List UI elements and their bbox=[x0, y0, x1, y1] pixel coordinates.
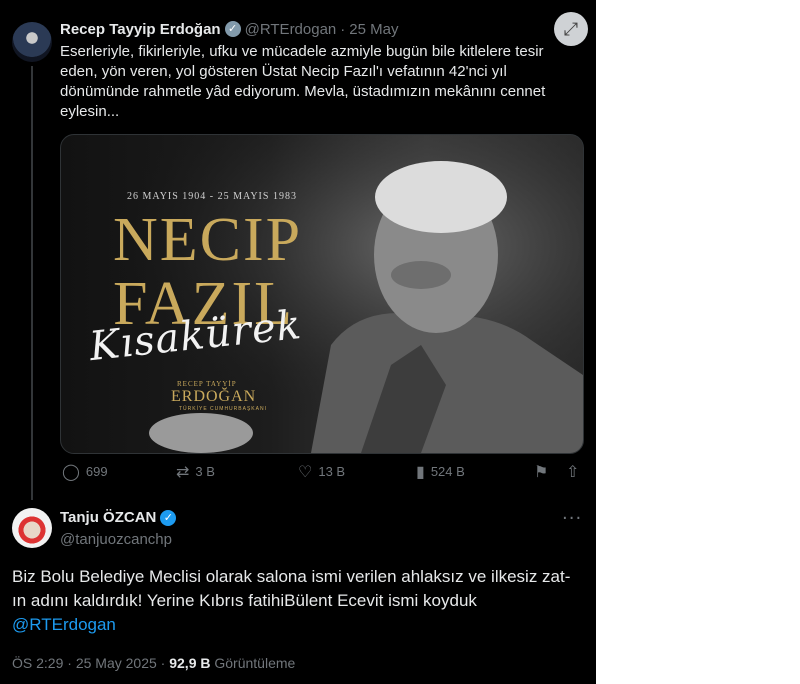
tweet-actions: ◯ 699 ⇄ 3 B ♡ 13 B ▮ 524 B ⚑ ⇧ bbox=[60, 462, 584, 486]
thread-line bbox=[31, 66, 33, 500]
main-tweet-text: Biz Bolu Belediye Meclisi olarak salona … bbox=[12, 565, 582, 637]
tweet-meta: ÖS 2:29 · 25 May 2025 · 92,9 B Görüntüle… bbox=[12, 655, 295, 671]
image-dates: 26 MAYIS 1904 - 25 MAYIS 1983 bbox=[127, 191, 297, 202]
like-count: 13 B bbox=[318, 464, 346, 479]
tweet-time[interactable]: ÖS 2:29 bbox=[12, 655, 63, 671]
repost-count: 3 B bbox=[195, 464, 215, 479]
timeline-panel: Recep Tayyip Erdoğan ✓ @RTErdogan · 25 M… bbox=[0, 0, 596, 684]
image-footer-small: RECEP TAYYİP bbox=[177, 380, 237, 388]
views-total: 92,9 B bbox=[169, 655, 211, 671]
tweet-full-date[interactable]: 25 May 2025 bbox=[76, 655, 157, 671]
meta-separator: · bbox=[67, 655, 76, 671]
like-icon: ♡ bbox=[298, 462, 313, 481]
more-icon[interactable]: ··· bbox=[562, 508, 582, 529]
tweet-date[interactable]: 25 May bbox=[349, 21, 398, 38]
author-name[interactable]: Tanju ÖZCAN bbox=[60, 509, 156, 526]
reply-count: 699 bbox=[85, 464, 108, 479]
reply-icon: ◯ bbox=[62, 462, 80, 481]
tweet-image[interactable]: 26 MAYIS 1904 - 25 MAYIS 1983 NECIP FAZI… bbox=[60, 134, 584, 454]
views-count: 524 B bbox=[430, 464, 465, 479]
image-footer-office: TÜRKİYE CUMHURBAŞKANI bbox=[179, 406, 267, 412]
ozcan-avatar[interactable] bbox=[12, 508, 52, 548]
mention-link[interactable]: @RTErdogan bbox=[12, 615, 116, 634]
meta-separator: · bbox=[160, 655, 170, 671]
bookmark-icon: ⚑ bbox=[534, 462, 549, 481]
share-icon: ⇧ bbox=[566, 462, 580, 481]
erdogan-avatar[interactable] bbox=[12, 22, 52, 62]
views-icon: ▮ bbox=[416, 462, 425, 481]
verified-badge-icon: ✓ bbox=[224, 21, 241, 37]
image-footer-large: ERDOĞAN bbox=[171, 388, 257, 405]
author-handle[interactable]: @tanjuozcanchp bbox=[60, 531, 172, 548]
tweet-text: Eserleriyle, fikirleriyle, ufku ve mücad… bbox=[60, 43, 546, 120]
separator: · bbox=[340, 20, 346, 38]
author-handle[interactable]: @RTErdogan bbox=[245, 21, 337, 38]
bookmark-button[interactable]: ⚑ bbox=[534, 462, 548, 481]
main-tweet-header: Tanju ÖZCAN ✓ bbox=[60, 509, 177, 526]
image-title-line1: NECIP bbox=[113, 206, 303, 274]
author-name[interactable]: Recep Tayyip Erdoğan bbox=[60, 21, 221, 38]
tweet-header: Recep Tayyip Erdoğan ✓ @RTErdogan · 25 M… bbox=[60, 19, 398, 39]
repost-button[interactable]: ⇄ 3 B bbox=[176, 462, 215, 481]
tweet-body: Biz Bolu Belediye Meclisi olarak salona … bbox=[12, 567, 571, 610]
views-button[interactable]: ▮ 524 B bbox=[416, 462, 465, 481]
expand-icon[interactable]: ⤢ bbox=[554, 12, 588, 46]
share-button[interactable]: ⇧ bbox=[566, 462, 579, 481]
repost-icon: ⇄ bbox=[176, 462, 190, 481]
reply-button[interactable]: ◯ 699 bbox=[62, 462, 108, 481]
verified-badge-icon: ✓ bbox=[160, 509, 177, 526]
views-label: Görüntüleme bbox=[214, 655, 296, 671]
like-button[interactable]: ♡ 13 B bbox=[298, 462, 345, 481]
